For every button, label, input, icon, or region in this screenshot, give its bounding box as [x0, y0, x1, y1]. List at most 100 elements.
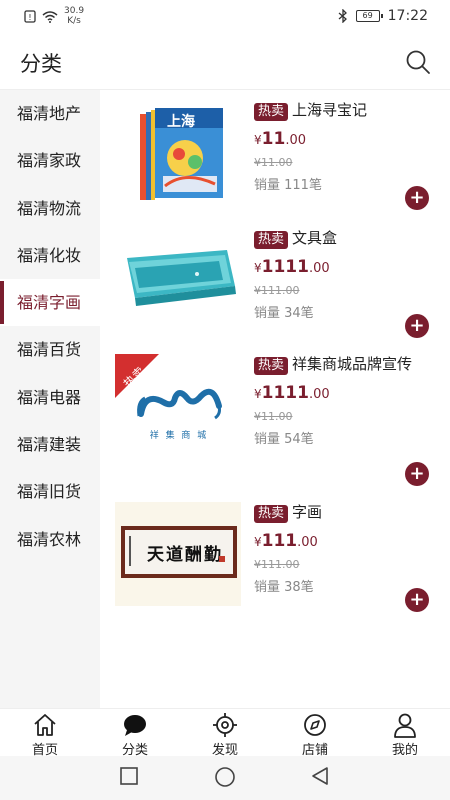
plus-icon: + [409, 315, 425, 336]
recents-button[interactable] [119, 766, 139, 786]
network-speed: 30.9 K/s [64, 6, 84, 26]
hot-badge: 热卖 [254, 505, 289, 523]
svg-text:上海: 上海 [167, 113, 195, 130]
plus-icon: + [409, 463, 425, 484]
product-price: ¥111.00 [254, 531, 318, 551]
product-price: ¥11.00 [254, 129, 306, 149]
system-nav-bar [0, 756, 450, 800]
product-image[interactable]: 天道酬勤 [115, 502, 241, 606]
target-icon [213, 713, 237, 737]
product-name: 文具盒 [292, 229, 338, 247]
sidebar-item-jianzhuang[interactable]: 福清建装 [0, 421, 100, 468]
sales-count: 销量 54笔 [254, 432, 314, 447]
product-image[interactable]: 热卖 祥 集 商 城 [115, 354, 241, 466]
network-speed-value: 30.9 [64, 6, 85, 16]
search-button[interactable] [404, 48, 432, 76]
search-icon [406, 50, 430, 74]
product-info: 热卖 文具盒 ¥1111.00 ¥111.00 销量 34笔 [254, 228, 430, 321]
sidebar-item-dichan[interactable]: 福清地产 [0, 90, 100, 137]
bottom-nav: 首页 分类 发现 店铺 我的 [0, 708, 450, 758]
add-to-cart-button[interactable]: + [405, 588, 429, 612]
bluetooth-icon [338, 9, 347, 23]
sidebar-item-label: 福清旧货 [17, 482, 82, 502]
product-title: 热卖 祥集商城品牌宣传 [254, 354, 430, 375]
sidebar-item-label: 福清家政 [17, 151, 82, 171]
sidebar-item-huazhuang[interactable]: 福清化妆 [0, 232, 100, 279]
original-price: ¥11.00 [254, 156, 293, 169]
person-icon [394, 713, 416, 738]
product-name: 字画 [292, 503, 323, 521]
product-price: ¥1111.00 [254, 257, 330, 277]
add-to-cart-button[interactable]: + [405, 186, 429, 210]
sidebar-item-label: 福清物流 [17, 198, 82, 218]
hot-badge: 热卖 [254, 357, 289, 375]
sidebar-item-zihua[interactable]: 福清字画 [0, 279, 100, 327]
product-price: ¥1111.00 [254, 383, 330, 403]
status-bar: ! 30.9 K/s 69 17:22 [0, 0, 450, 34]
sidebar-item-jiuhuo[interactable]: 福清旧货 [0, 468, 100, 515]
plus-icon: + [409, 187, 425, 208]
sidebar-item-baihuo[interactable]: 福清百货 [0, 326, 100, 373]
product-card[interactable]: 热卖 祥 集 商 城 热卖 祥集商城品牌宣传 ¥1111.00 ¥11.00 销量… [100, 354, 450, 504]
sidebar-item-label: 福清化妆 [17, 245, 82, 265]
nav-home[interactable]: 首页 [0, 709, 90, 758]
product-name: 祥集商城品牌宣传 [292, 355, 413, 373]
product-card[interactable]: 上海 热卖 上海寻宝记 ¥11.00 ¥11.00 销量 111笔 + [100, 100, 450, 228]
nav-profile[interactable]: 我的 [360, 709, 450, 758]
add-to-cart-button[interactable]: + [405, 462, 429, 486]
original-price: ¥11.00 [254, 410, 293, 423]
sidebar-item-label: 福清地产 [17, 104, 82, 123]
product-title: 热卖 字画 [254, 502, 430, 523]
product-image[interactable]: 上海 [115, 100, 241, 212]
product-title: 热卖 文具盒 [254, 228, 430, 249]
product-info: 热卖 字画 ¥111.00 ¥111.00 销量 38笔 [254, 502, 430, 595]
sidebar-item-jiazheng[interactable]: 福清家政 [0, 137, 100, 184]
back-button[interactable] [310, 766, 330, 786]
book-set-image: 上海 [140, 108, 223, 200]
calligraphy-text: 天道酬勤 [147, 544, 223, 565]
pencil-case-image [127, 250, 236, 306]
brand-caption: 祥 集 商 城 [150, 429, 209, 441]
product-card[interactable]: 热卖 文具盒 ¥1111.00 ¥111.00 销量 34笔 + [100, 228, 450, 356]
sidebar-item-label: 福清电器 [17, 387, 82, 407]
home-icon [34, 714, 56, 736]
nav-shop[interactable]: 店铺 [270, 709, 360, 758]
product-list: 上海 热卖 上海寻宝记 ¥11.00 ¥11.00 销量 111笔 + 热卖 文… [100, 90, 450, 708]
hot-badge: 热卖 [254, 103, 289, 121]
sales-count: 销量 111笔 [254, 178, 322, 193]
chat-bubble-icon [124, 715, 146, 736]
page-title: 分类 [20, 52, 62, 76]
product-info: 热卖 上海寻宝记 ¥11.00 ¥11.00 销量 111笔 [254, 100, 430, 193]
brand-logo-image: 热卖 祥 集 商 城 [115, 354, 222, 441]
original-price: ¥111.00 [254, 284, 300, 297]
sidebar-item-wuliu[interactable]: 福清物流 [0, 185, 100, 232]
svg-text:!: ! [28, 13, 31, 22]
sales-count: 销量 38笔 [254, 580, 314, 595]
clock: 17:22 [387, 8, 428, 24]
product-card[interactable]: 天道酬勤 热卖 字画 ¥111.00 ¥111.00 销量 38笔 + [100, 502, 450, 630]
app-header: 分类 [0, 34, 450, 90]
nav-discover[interactable]: 发现 [180, 709, 270, 758]
original-price: ¥111.00 [254, 558, 300, 571]
sidebar-item-label: 福清字画 [17, 293, 82, 313]
product-info: 热卖 祥集商城品牌宣传 ¥1111.00 ¥11.00 销量 54笔 [254, 354, 430, 447]
hot-badge: 热卖 [254, 231, 289, 249]
product-name: 上海寻宝记 [292, 101, 368, 119]
sales-count: 销量 34笔 [254, 306, 314, 321]
plus-icon: + [409, 589, 425, 610]
status-left: ! 30.9 K/s [24, 6, 84, 26]
category-sidebar: 福清地产 福清家政 福清物流 福清化妆 福清字画 福清百货 福清电器 福清建装 … [0, 90, 100, 708]
wifi-icon [42, 10, 58, 23]
compass-icon [304, 714, 326, 736]
sidebar-item-dianqi[interactable]: 福清电器 [0, 374, 100, 421]
home-button[interactable] [214, 766, 236, 788]
sidebar-item-label: 福清建装 [17, 435, 82, 455]
sidebar-item-label: 福清农林 [17, 529, 82, 549]
sidebar-item-nonglin[interactable]: 福清农林 [0, 516, 100, 563]
status-right: 69 17:22 [338, 8, 428, 24]
product-title: 热卖 上海寻宝记 [254, 100, 430, 121]
network-speed-unit: K/s [67, 16, 81, 26]
product-image[interactable] [115, 228, 241, 340]
nav-category[interactable]: 分类 [90, 709, 180, 758]
add-to-cart-button[interactable]: + [405, 314, 429, 338]
